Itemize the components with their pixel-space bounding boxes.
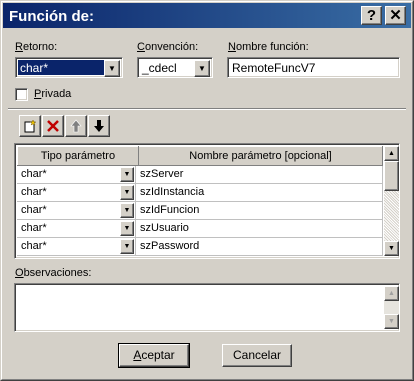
param-name-value: szIdFuncion — [140, 204, 200, 216]
param-name-value: szPassword — [140, 240, 200, 252]
param-type-cell[interactable]: char* ▼ — [17, 238, 136, 256]
arrow-up-icon — [70, 119, 82, 133]
help-icon: ? — [366, 7, 377, 24]
nombre-funcion-input[interactable]: RemoteFuncV7 — [227, 57, 400, 78]
chevron-up-icon: ▲ — [388, 150, 395, 157]
obs-scroll-down-button[interactable]: ▼ — [384, 314, 399, 329]
convencion-select[interactable]: _cdecl ▼ — [137, 57, 213, 78]
param-name-cell[interactable]: szIdFuncion — [136, 202, 383, 220]
param-type-cell[interactable]: char* ▼ — [17, 166, 136, 184]
param-type-value: char* — [21, 168, 47, 180]
param-name-value: szIdInstancia — [140, 186, 205, 198]
nombre-funcion-value: RemoteFuncV7 — [232, 61, 316, 75]
chevron-down-icon: ▼ — [198, 64, 206, 73]
convencion-label: Convención: — [137, 41, 199, 53]
param-type-dropdown-button[interactable]: ▼ — [120, 185, 134, 200]
param-type-dropdown-button[interactable]: ▼ — [120, 167, 134, 182]
obs-scroll-up-button[interactable]: ▲ — [384, 286, 399, 301]
param-name-cell[interactable]: szPassword — [136, 238, 383, 256]
retorno-select[interactable]: char* ▼ — [15, 57, 123, 78]
param-name-cell[interactable]: szUsuario — [136, 220, 383, 238]
scroll-thumb[interactable] — [384, 161, 399, 191]
close-icon: ✕ — [389, 7, 402, 24]
param-name-cell[interactable]: szServer — [136, 166, 383, 184]
scroll-down-button[interactable]: ▼ — [384, 241, 399, 256]
observaciones-scrollbar[interactable]: ▲ ▼ — [384, 286, 399, 329]
param-type-value: char* — [21, 204, 47, 216]
table-row[interactable]: char* ▼ szIdFuncion — [17, 202, 383, 220]
table-row[interactable]: char* ▼ szUsuario — [17, 220, 383, 238]
close-button[interactable]: ✕ — [385, 6, 406, 25]
chevron-up-icon: ▲ — [388, 290, 395, 297]
param-name-cell[interactable]: szIdInstancia — [136, 184, 383, 202]
chevron-down-icon: ▼ — [388, 245, 395, 252]
separator — [8, 108, 406, 110]
grid-header-row: Tipo parámetro Nombre parámetro [opciona… — [17, 146, 383, 166]
table-row[interactable]: char* ▼ szPassword — [17, 238, 383, 256]
param-type-cell[interactable]: char* ▼ — [17, 202, 136, 220]
grid-rows: char* ▼ szServer char* ▼ szIdInstancia char* ▼ s… — [17, 166, 383, 256]
parameters-grid[interactable]: Tipo parámetro Nombre parámetro [opciona… — [14, 143, 400, 259]
move-up-button[interactable] — [65, 115, 87, 137]
convencion-value: _cdecl — [142, 61, 177, 75]
delete-icon — [47, 120, 59, 132]
observaciones-label: Observaciones: — [15, 267, 92, 279]
param-type-value: char* — [21, 222, 47, 234]
new-row-button[interactable] — [19, 115, 41, 137]
param-type-value: char* — [21, 240, 47, 252]
convencion-dropdown-button[interactable]: ▼ — [194, 60, 210, 77]
privada-label: Privada — [34, 88, 72, 100]
param-type-dropdown-button[interactable]: ▼ — [120, 221, 134, 236]
observaciones-textarea[interactable]: ▲ ▼ — [14, 283, 400, 332]
retorno-label: Retorno: — [15, 41, 58, 53]
retorno-dropdown-button[interactable]: ▼ — [104, 60, 120, 77]
window-title: Función de: — [9, 8, 94, 25]
accept-button[interactable]: Aceptar — [118, 343, 190, 368]
arrow-down-icon — [94, 120, 104, 132]
param-name-value: szServer — [140, 168, 184, 180]
help-button[interactable]: ? — [361, 6, 382, 25]
chevron-down-icon: ▼ — [388, 318, 395, 325]
cancel-button[interactable]: Cancelar — [222, 344, 292, 367]
param-type-cell[interactable]: char* ▼ — [17, 220, 136, 238]
param-type-dropdown-button[interactable]: ▼ — [120, 239, 134, 254]
delete-row-button[interactable] — [42, 115, 64, 137]
move-down-button[interactable] — [88, 115, 110, 137]
col-header-name[interactable]: Nombre parámetro [opcional] — [138, 146, 383, 166]
retorno-value: char* — [20, 61, 49, 75]
col-header-type[interactable]: Tipo parámetro — [17, 146, 139, 166]
table-row[interactable]: char* ▼ szServer — [17, 166, 383, 184]
param-type-dropdown-button[interactable]: ▼ — [120, 203, 134, 218]
scroll-up-button[interactable]: ▲ — [384, 146, 399, 161]
chevron-down-icon: ▼ — [108, 64, 116, 73]
param-type-value: char* — [21, 186, 47, 198]
privada-checkbox[interactable] — [15, 88, 28, 101]
new-row-icon — [24, 119, 37, 133]
nombre-label: Nombre función: — [228, 41, 309, 53]
grid-scrollbar[interactable]: ▲ ▼ — [384, 146, 399, 256]
param-name-value: szUsuario — [140, 222, 189, 234]
table-row[interactable]: char* ▼ szIdInstancia — [17, 184, 383, 202]
param-type-cell[interactable]: char* ▼ — [17, 184, 136, 202]
